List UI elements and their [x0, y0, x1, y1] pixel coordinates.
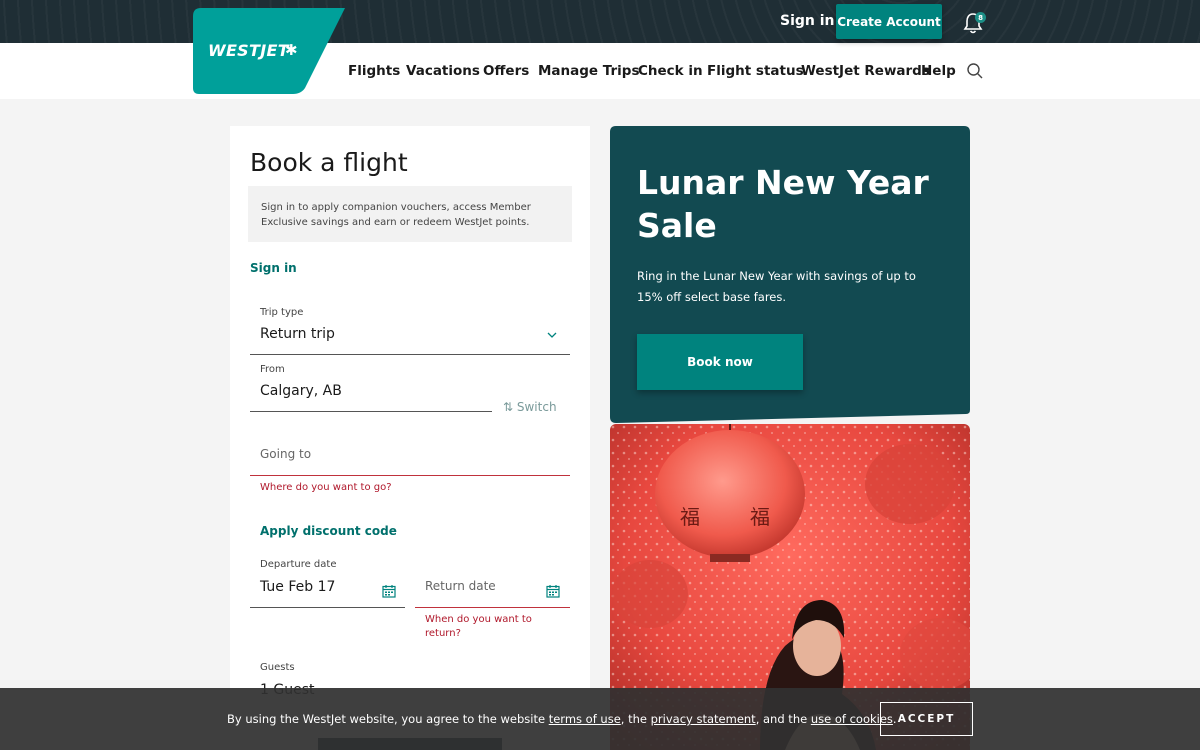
search-icon[interactable]	[966, 62, 984, 80]
departure-input[interactable]: Tue Feb 17	[260, 579, 335, 595]
privacy-statement-link[interactable]: privacy statement	[651, 712, 756, 726]
nav-vacations[interactable]: Vacations	[406, 63, 480, 79]
nav-offers[interactable]: Offers	[483, 63, 529, 79]
nav-manage-trips[interactable]: Manage Trips	[538, 63, 640, 79]
accept-cookies-button[interactable]: ACCEPT	[880, 702, 973, 736]
switch-label: Switch	[516, 400, 557, 414]
terms-of-use-link[interactable]: terms of use	[549, 712, 621, 726]
promo-title: Lunar New Year Sale	[637, 163, 929, 245]
svg-text:福: 福	[680, 505, 700, 529]
sign-in-info-box: Sign in to apply companion vouchers, acc…	[248, 186, 572, 242]
departure-label: Departure date	[260, 559, 337, 570]
calendar-icon[interactable]	[546, 584, 560, 598]
nav-flight-status[interactable]: Flight status	[707, 63, 804, 79]
guests-label: Guests	[260, 662, 295, 673]
cookie-banner: By using the WestJet website, you agree …	[0, 688, 1200, 750]
apply-discount-link[interactable]: Apply discount code	[260, 524, 397, 538]
westjet-logo[interactable]: WESTJET ✱	[193, 8, 348, 94]
switch-button[interactable]: ⇅ Switch	[503, 400, 557, 414]
book-now-button[interactable]: Book now	[637, 334, 803, 390]
svg-text:福: 福	[750, 505, 770, 529]
from-underline	[250, 411, 492, 412]
from-input[interactable]: Calgary, AB	[260, 383, 342, 399]
maple-leaf-icon: ✱	[285, 41, 298, 59]
book-flight-card: Book a flight Sign in to apply companion…	[230, 126, 590, 750]
cookie-middle: , the	[620, 712, 651, 726]
return-date-input[interactable]: Return date	[425, 579, 496, 593]
from-label: From	[260, 364, 285, 375]
cookie-text: By using the WestJet website, you agree …	[227, 712, 897, 726]
nav-check-in[interactable]: Check in	[638, 63, 703, 79]
trip-type-select[interactable]: Return trip	[260, 326, 335, 342]
calendar-icon[interactable]	[382, 584, 396, 598]
going-to-error: Where do you want to go?	[260, 482, 392, 493]
logo-text: WESTJET	[208, 41, 289, 60]
top-utility-bar	[0, 0, 1200, 43]
cookie-and: , and the	[755, 712, 811, 726]
notification-badge: 8	[975, 12, 986, 23]
create-account-button[interactable]: Create Account	[836, 4, 942, 39]
nav-flights[interactable]: Flights	[348, 63, 400, 79]
going-to-input[interactable]: Going to	[260, 447, 311, 461]
return-error: When do you want to return?	[425, 614, 532, 639]
nav-westjet-rewards[interactable]: WestJet Rewards	[801, 63, 930, 79]
swap-icon: ⇅	[503, 400, 517, 414]
sign-in-link[interactable]: Sign in	[780, 13, 835, 29]
card-sign-in-link[interactable]: Sign in	[250, 261, 297, 275]
return-underline	[415, 607, 570, 608]
trip-type-label: Trip type	[260, 307, 304, 318]
trip-type-underline	[250, 354, 570, 355]
going-to-underline	[250, 475, 570, 476]
departure-underline	[250, 607, 405, 608]
cookie-prefix: By using the WestJet website, you agree …	[227, 712, 549, 726]
promo-text: Ring in the Lunar New Year with savings …	[637, 269, 916, 304]
promo-card: Lunar New Year Sale Ring in the Lunar Ne…	[610, 126, 970, 423]
page-title: Book a flight	[250, 148, 408, 177]
nav-help[interactable]: Help	[921, 63, 956, 79]
chevron-down-icon[interactable]	[547, 331, 557, 339]
